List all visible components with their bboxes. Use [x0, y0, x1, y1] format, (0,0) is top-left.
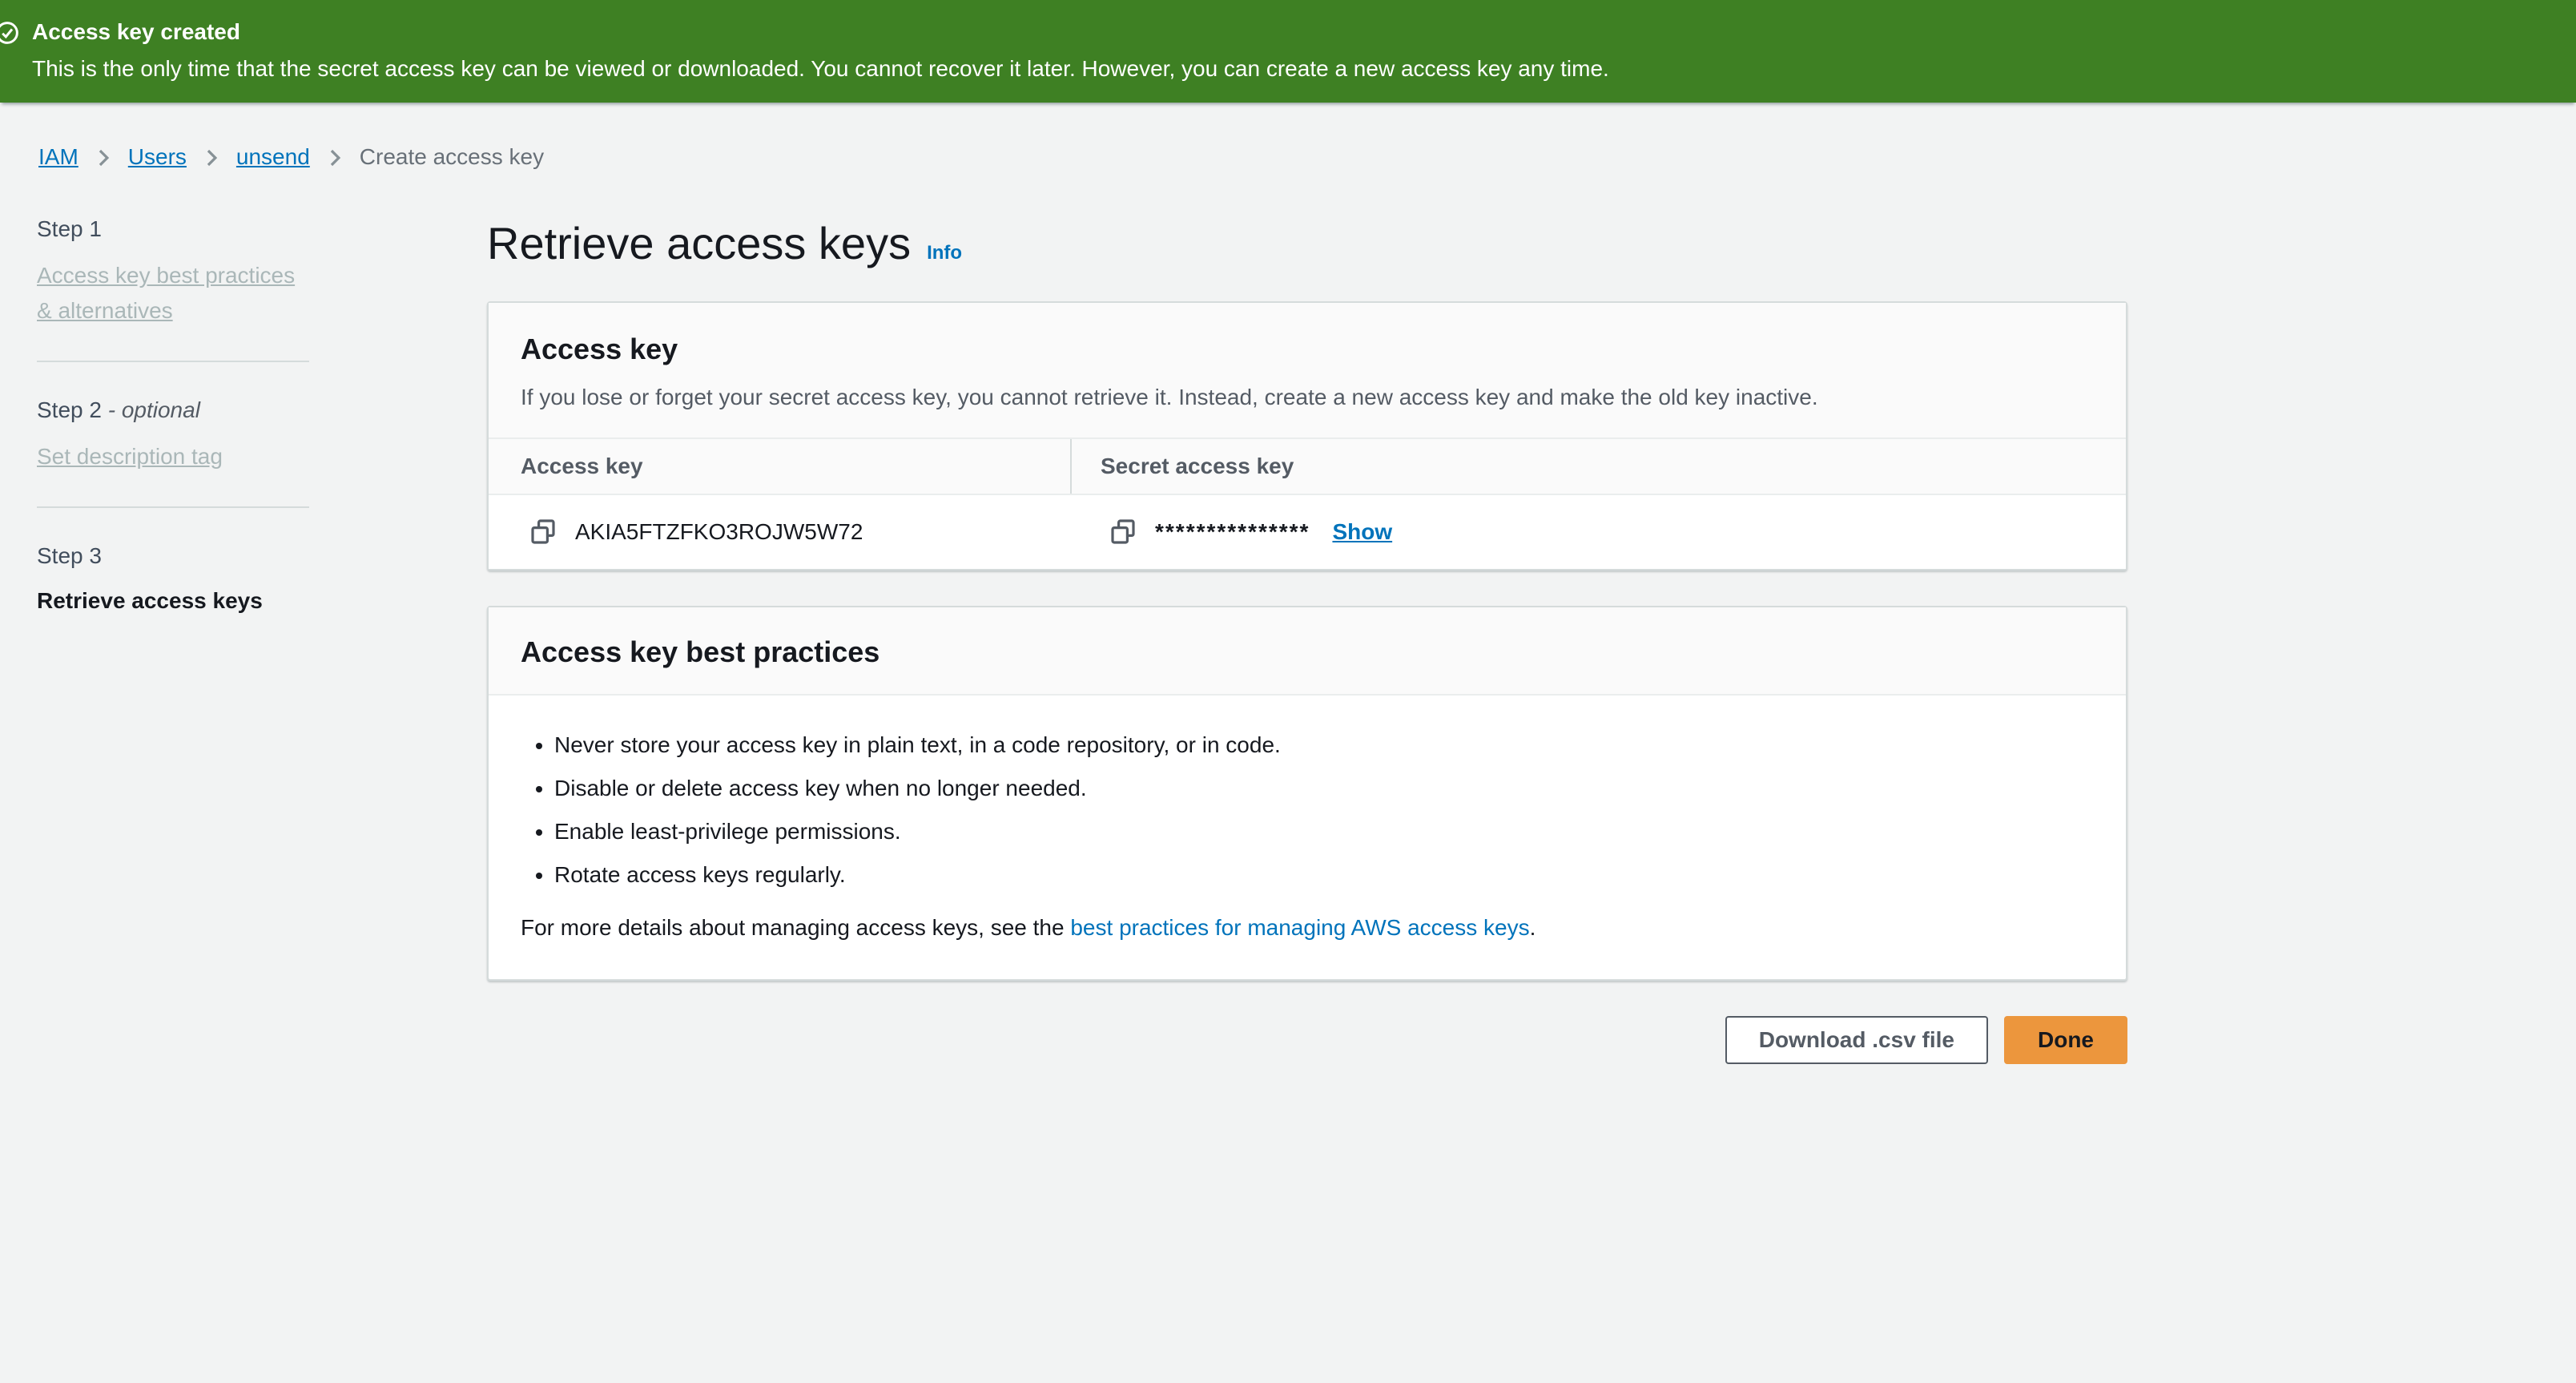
- best-practices-card: Access key best practices Never store yo…: [487, 606, 2127, 981]
- step3-label: Step 3: [37, 542, 309, 571]
- best-practices-link[interactable]: best practices for managing AWS access k…: [1070, 915, 1529, 940]
- step3-current-title: Retrieve access keys: [37, 585, 309, 617]
- show-secret-link[interactable]: Show: [1332, 519, 1392, 545]
- access-key-card-title: Access key: [521, 332, 2094, 367]
- column-header-access-key: Access key: [489, 439, 1072, 494]
- list-item: Enable least-privilege permissions.: [554, 816, 2094, 848]
- flashbar-message: This is the only time that the secret ac…: [32, 53, 1609, 85]
- step2-label: Step 2 - optional: [37, 396, 309, 425]
- key-table-header: Access key Secret access key: [489, 439, 2126, 495]
- copy-access-key-icon[interactable]: [530, 519, 556, 545]
- secret-key-masked-value: ***************: [1155, 516, 1310, 548]
- breadcrumb-item-users[interactable]: Users: [128, 143, 187, 171]
- page-title: Retrieve access keys: [487, 215, 911, 272]
- step-divider: [37, 506, 309, 508]
- step-divider: [37, 361, 309, 362]
- done-button[interactable]: Done: [2004, 1016, 2127, 1064]
- list-item: Rotate access keys regularly.: [554, 859, 2094, 891]
- access-key-id-value: AKIA5FTZFKO3ROJW5W72: [575, 516, 863, 548]
- column-header-secret-access-key: Secret access key: [1072, 439, 2126, 494]
- download-csv-button[interactable]: Download .csv file: [1725, 1016, 1988, 1064]
- list-item: Disable or delete access key when no lon…: [554, 772, 2094, 804]
- chevron-right-icon: [201, 147, 222, 168]
- step2-optional-suffix: - optional: [108, 397, 200, 422]
- chevron-right-icon: [324, 147, 345, 168]
- access-key-card-description: If you lose or forget your secret access…: [521, 381, 2094, 413]
- key-table-row: AKIA5FTZFKO3ROJW5W72 *************** Sho…: [489, 495, 2126, 569]
- best-practices-card-title: Access key best practices: [521, 635, 2094, 670]
- step1-label: Step 1: [37, 215, 309, 244]
- check-circle-icon: [0, 21, 19, 50]
- chevron-right-icon: [93, 147, 114, 168]
- step1-link[interactable]: Access key best practices & alternatives: [37, 263, 295, 323]
- info-link[interactable]: Info: [927, 242, 962, 264]
- step2-link[interactable]: Set description tag: [37, 444, 223, 469]
- list-item: Never store your access key in plain tex…: [554, 729, 2094, 761]
- breadcrumb-item-unsend[interactable]: unsend: [236, 143, 310, 171]
- access-key-card: Access key If you lose or forget your se…: [487, 301, 2127, 571]
- copy-secret-key-icon[interactable]: [1110, 519, 1136, 545]
- best-practices-list: Never store your access key in plain tex…: [521, 729, 2094, 891]
- wizard-step-nav: Step 1 Access key best practices & alter…: [37, 215, 309, 617]
- iam-create-access-key-page: Access key created This is the only time…: [0, 0, 2576, 1383]
- main-content: Retrieve access keys Info Access key If …: [487, 215, 2127, 1064]
- success-flashbar: Access key created This is the only time…: [0, 0, 2576, 103]
- best-practices-footer: For more details about managing access k…: [521, 912, 2094, 944]
- flashbar-title: Access key created: [32, 16, 1609, 48]
- breadcrumb-current: Create access key: [360, 143, 544, 171]
- breadcrumb: IAM Users unsend Create access key: [0, 103, 2576, 171]
- wizard-actions: Download .csv file Done: [487, 1016, 2127, 1064]
- breadcrumb-item-iam[interactable]: IAM: [38, 143, 78, 171]
